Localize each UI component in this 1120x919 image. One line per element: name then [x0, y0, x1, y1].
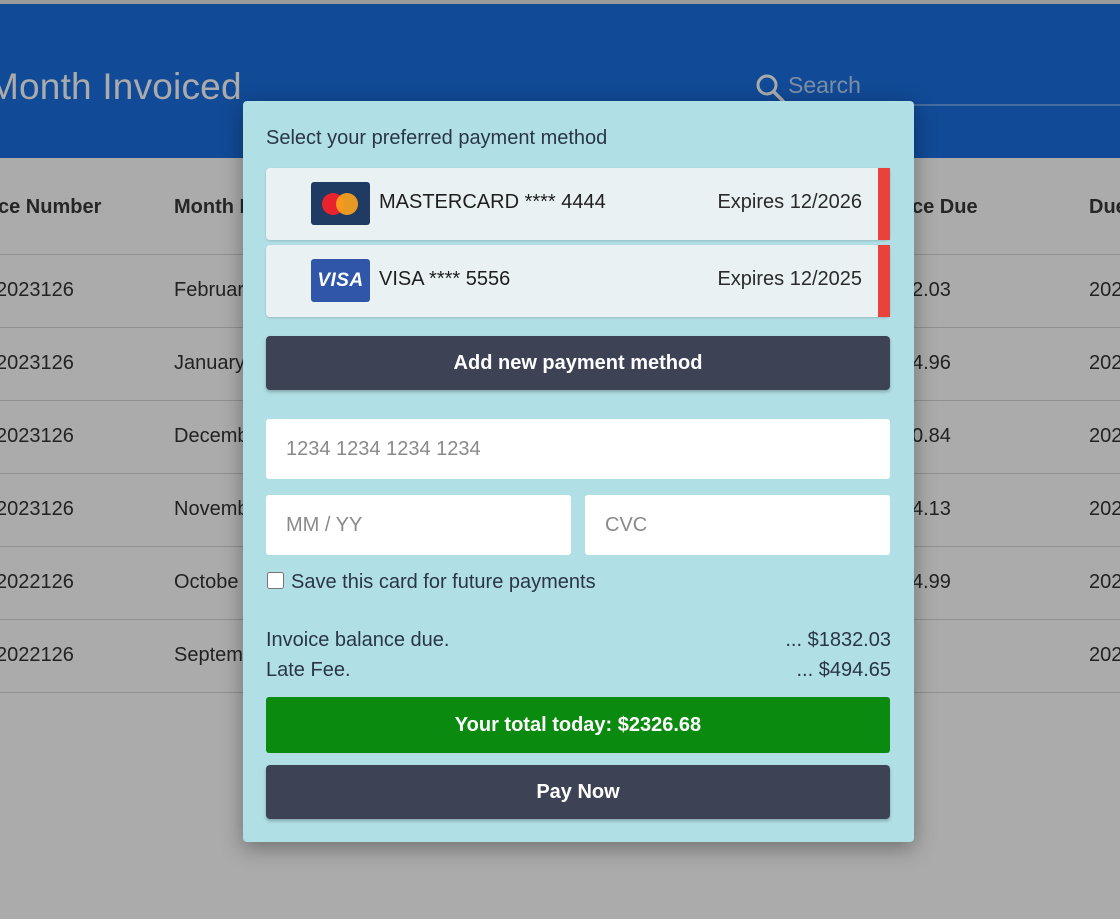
late-fee-label: Late Fee. — [266, 659, 351, 681]
balance-due-label: Invoice balance due. — [266, 629, 450, 651]
card-label: VISA **** 5556 — [379, 268, 511, 290]
save-card-label[interactable]: Save this card for future payments — [291, 571, 596, 594]
pay-now-button[interactable]: Pay Now — [266, 765, 890, 819]
card-expiry: Expires 12/2026 — [717, 191, 862, 213]
card-status-flag — [878, 245, 890, 317]
saved-card-mastercard[interactable]: MASTERCARD **** 4444 Expires 12/2026 — [266, 168, 890, 240]
add-payment-method-button[interactable]: Add new payment method — [266, 336, 890, 390]
mastercard-logo-icon — [311, 182, 370, 225]
card-expiry: Expires 12/2025 — [717, 268, 862, 290]
card-label: MASTERCARD **** 4444 — [379, 191, 606, 213]
card-number-input[interactable] — [266, 419, 890, 479]
late-fee-value: ... $494.65 — [796, 659, 891, 681]
balance-due-value: ... $1832.03 — [785, 629, 891, 651]
visa-logo-icon: VISA — [311, 259, 370, 302]
modal-title: Select your preferred payment method — [266, 127, 608, 149]
save-card-checkbox[interactable] — [267, 572, 284, 589]
saved-card-visa[interactable]: VISA VISA **** 5556 Expires 12/2025 — [266, 245, 890, 317]
expiry-input[interactable] — [266, 495, 571, 555]
total-today-banner: Your total today: $2326.68 — [266, 697, 890, 753]
payment-modal: Select your preferred payment method MAS… — [243, 101, 914, 842]
card-status-flag — [878, 168, 890, 240]
cvc-input[interactable] — [585, 495, 890, 555]
